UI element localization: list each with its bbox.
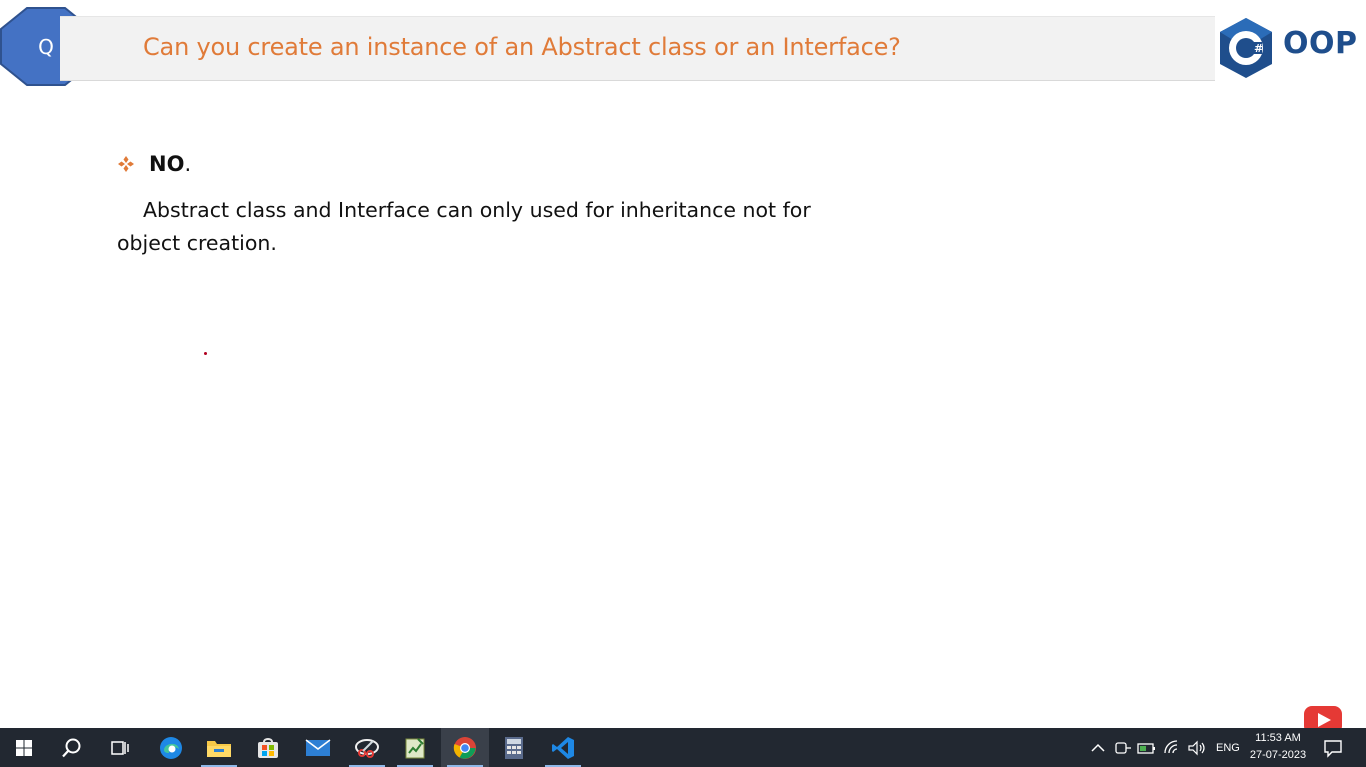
calculator-icon xyxy=(505,736,523,759)
slide-title: Can you create an instance of an Abstrac… xyxy=(143,33,901,61)
answer-text: Abstract class and Interface can only us… xyxy=(117,198,811,255)
diamond-bullet-icon xyxy=(118,156,134,172)
svg-text:#: # xyxy=(1254,42,1263,55)
vscode-icon xyxy=(552,736,574,759)
taskbar-store[interactable] xyxy=(244,728,292,767)
notification-icon xyxy=(1324,739,1342,758)
taskbar: ENG 11:53 AM 27-07-2023 xyxy=(0,728,1366,767)
wifi-icon[interactable] xyxy=(1162,739,1184,756)
notification-button[interactable] xyxy=(1322,728,1344,767)
task-view-button[interactable] xyxy=(96,728,144,767)
task-view-icon xyxy=(111,740,129,755)
taskbar-mail[interactable] xyxy=(294,728,342,767)
pointer-dot xyxy=(204,352,207,355)
taskbar-edge[interactable] xyxy=(147,728,195,767)
search-icon xyxy=(62,738,81,757)
meet-now-icon[interactable] xyxy=(1112,740,1134,756)
taskbar-snipping-tool[interactable] xyxy=(343,728,391,767)
snipping-tool-icon xyxy=(355,738,379,758)
bullet-suffix: . xyxy=(184,152,192,176)
start-button[interactable] xyxy=(0,728,48,767)
chrome-icon xyxy=(453,736,476,759)
taskbar-calculator[interactable] xyxy=(490,728,538,767)
taskbar-vscode[interactable] xyxy=(539,728,587,767)
clock[interactable]: 11:53 AM 27-07-2023 xyxy=(1244,730,1312,764)
chevron-up-icon[interactable] xyxy=(1088,741,1108,755)
edge-icon xyxy=(160,736,182,759)
taskbar-notepad[interactable] xyxy=(391,728,439,767)
taskbar-file-explorer[interactable] xyxy=(195,728,243,767)
logo-text: OOP xyxy=(1283,26,1358,61)
search-button[interactable] xyxy=(48,728,96,767)
clock-date: 27-07-2023 xyxy=(1249,749,1307,761)
store-icon xyxy=(258,737,278,758)
system-tray: ENG xyxy=(1088,728,1240,767)
taskbar-chrome[interactable] xyxy=(441,728,489,767)
slide-canvas: Q Can you create an instance of an Abstr… xyxy=(0,0,1366,734)
notepad-icon xyxy=(405,737,425,758)
mail-icon xyxy=(305,738,331,756)
language-indicator[interactable]: ENG xyxy=(1216,742,1240,754)
bullet-label: NO xyxy=(149,152,185,176)
battery-icon[interactable] xyxy=(1136,740,1158,756)
folder-icon xyxy=(207,740,231,757)
windows-icon xyxy=(16,739,32,756)
volume-icon[interactable] xyxy=(1186,740,1208,756)
clock-time: 11:53 AM xyxy=(1255,732,1301,744)
bullet-item: NO . xyxy=(117,152,191,176)
